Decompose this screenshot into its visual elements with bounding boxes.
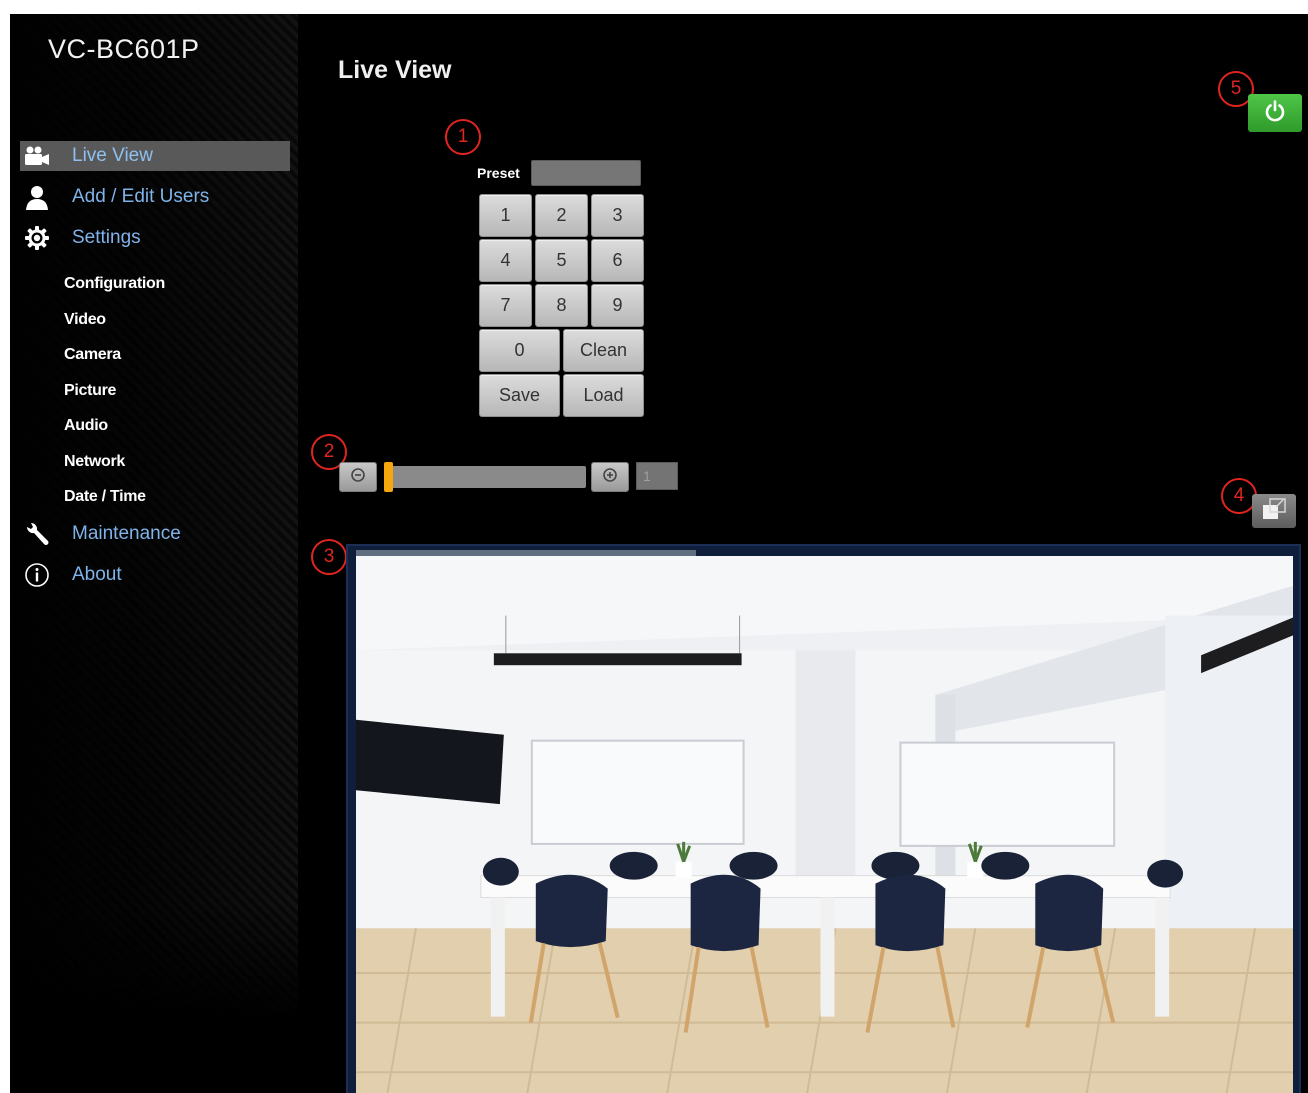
- preset-key-8[interactable]: 8: [535, 284, 588, 327]
- preset-load-button[interactable]: Load: [563, 374, 644, 417]
- subnav-item-video[interactable]: Video: [64, 308, 165, 344]
- preset-key-1[interactable]: 1: [479, 194, 532, 237]
- zoom-slider[interactable]: [384, 462, 586, 492]
- sidebar-item-maintenance[interactable]: Maintenance: [20, 519, 290, 549]
- sidebar-item-add-edit-users[interactable]: Add / Edit Users: [20, 182, 290, 212]
- subnav-item-picture[interactable]: Picture: [64, 379, 165, 415]
- annotation-marker: 3: [311, 539, 347, 575]
- preset-save-button[interactable]: Save: [479, 374, 560, 417]
- fullscreen-icon: [1261, 497, 1287, 526]
- preset-key-5[interactable]: 5: [535, 239, 588, 282]
- model-name: VC-BC601P: [48, 34, 200, 64]
- subnav-item-audio[interactable]: Audio: [64, 414, 165, 450]
- subnav-item-date-time[interactable]: Date / Time: [64, 485, 165, 521]
- sidebar-item-live-view[interactable]: Live View: [20, 141, 290, 171]
- zoom-in-icon: [602, 467, 618, 488]
- zoom-out-icon: [350, 467, 366, 488]
- annotation-marker: 1: [445, 119, 481, 155]
- wrench-icon: [22, 521, 52, 547]
- preset-key-6[interactable]: 6: [591, 239, 644, 282]
- sidebar-item-label: Settings: [72, 227, 141, 248]
- preset-input[interactable]: [531, 160, 641, 186]
- sidebar-nav-bottom: Maintenance About: [20, 519, 290, 601]
- preset-key-3[interactable]: 3: [591, 194, 644, 237]
- sidebar-item-settings[interactable]: Settings: [20, 223, 290, 253]
- sidebar-item-about[interactable]: About: [20, 560, 290, 590]
- power-icon: [1263, 99, 1287, 128]
- meeting-room-image: [356, 556, 1293, 1093]
- settings-subnav: Configuration Video Camera Picture Audio…: [64, 272, 165, 521]
- sidebar-nav: Live View Add / Edit Users Settings: [20, 141, 290, 264]
- live-video-frame: [346, 544, 1301, 1093]
- zoom-value-field[interactable]: 1: [636, 462, 678, 490]
- preset-label: Preset: [477, 165, 520, 181]
- video-camera-icon: [22, 143, 52, 169]
- zoom-slider-handle[interactable]: [384, 462, 393, 492]
- sidebar-item-label: About: [72, 564, 122, 585]
- zoom-out-button[interactable]: [339, 462, 377, 492]
- sidebar-item-label: Maintenance: [72, 523, 181, 544]
- power-button[interactable]: [1248, 94, 1302, 132]
- user-icon: [22, 184, 52, 210]
- page-title: Live View: [338, 56, 452, 84]
- sidebar: VC-BC601P Live View Add / Edit Users Set…: [10, 14, 298, 1019]
- preset-key-0[interactable]: 0: [479, 329, 560, 372]
- sidebar-item-label: Live View: [72, 145, 153, 166]
- app-frame: VC-BC601P Live View Add / Edit Users Set…: [10, 14, 1308, 1093]
- preset-key-4[interactable]: 4: [479, 239, 532, 282]
- gear-icon: [22, 225, 52, 251]
- fullscreen-button[interactable]: [1252, 494, 1296, 528]
- preset-clean-button[interactable]: Clean: [563, 329, 644, 372]
- sidebar-item-label: Add / Edit Users: [72, 186, 210, 207]
- subnav-item-configuration[interactable]: Configuration: [64, 272, 165, 308]
- preset-key-9[interactable]: 9: [591, 284, 644, 327]
- subnav-item-camera[interactable]: Camera: [64, 343, 165, 379]
- preset-key-2[interactable]: 2: [535, 194, 588, 237]
- live-video-feed[interactable]: [356, 556, 1293, 1093]
- subnav-item-network[interactable]: Network: [64, 450, 165, 486]
- preset-key-7[interactable]: 7: [479, 284, 532, 327]
- info-icon: [22, 562, 52, 588]
- zoom-in-button[interactable]: [591, 462, 629, 492]
